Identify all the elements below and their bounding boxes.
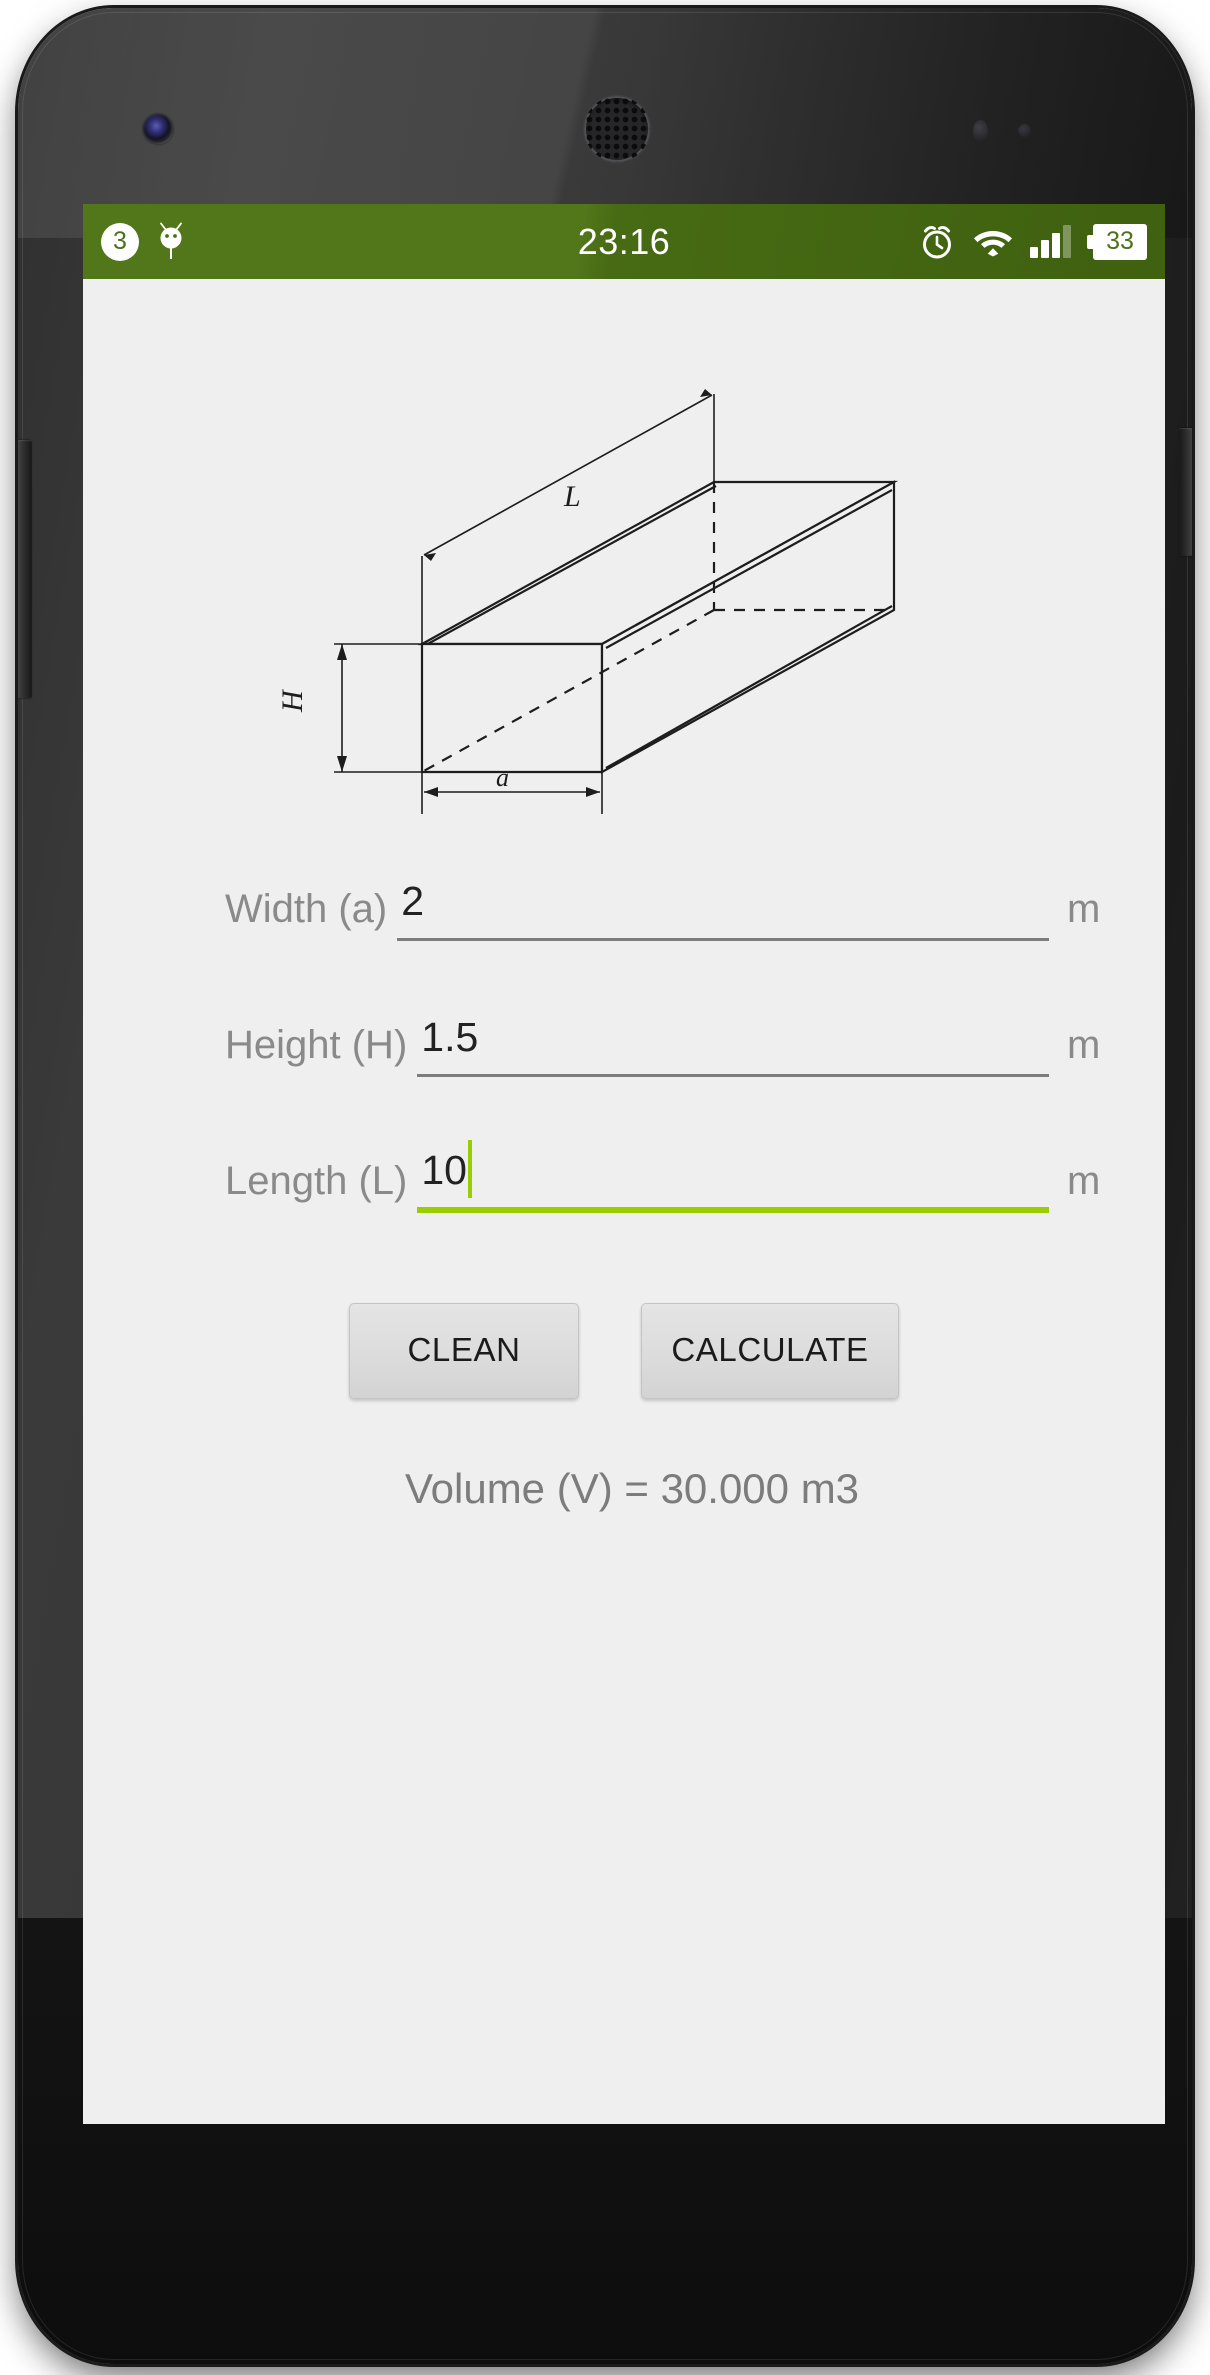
- width-field-label: Width (a): [225, 887, 388, 931]
- battery-icon: 33: [1087, 223, 1147, 260]
- height-input-underline: [417, 1074, 1049, 1077]
- alarm-clock-icon: [923, 225, 951, 258]
- wifi-icon: [974, 230, 1012, 256]
- width-input[interactable]: 2: [397, 881, 1049, 945]
- dimension-label-length: L: [563, 480, 581, 513]
- width-unit-label: m: [1067, 887, 1101, 931]
- action-button-row: CLEAN CALCULATE: [83, 1303, 1165, 1399]
- height-unit-label: m: [1067, 1023, 1101, 1067]
- height-input-value: 1.5: [421, 1014, 479, 1060]
- width-input-value: 2: [401, 878, 425, 924]
- length-input-underline: [417, 1207, 1049, 1213]
- phone-screen: 3 23:16 33 L H a Width (a) 2 m Height (H…: [83, 204, 1165, 2124]
- width-input-underline: [397, 938, 1049, 941]
- text-cursor: [467, 1140, 472, 1198]
- status-bar-system-icons: 33: [918, 223, 1147, 261]
- app-content: L H a Width (a) 2 m Height (H) 1.5 m Len…: [83, 279, 1165, 2124]
- cuboid-figure-svg: L H a: [276, 389, 899, 814]
- phone-device-body: 3 23:16 33 L H a Width (a) 2 m Height (H…: [18, 8, 1192, 2364]
- height-input[interactable]: 1.5: [417, 1017, 1049, 1081]
- height-field-label: Height (H): [225, 1023, 408, 1067]
- length-input[interactable]: 10: [417, 1140, 1049, 1217]
- power-button[interactable]: [1179, 428, 1192, 556]
- field-row-length[interactable]: Length (L) 10 m: [83, 1125, 1165, 1217]
- proximity-sensor-icon: [973, 120, 988, 142]
- volume-rocker-button[interactable]: [18, 440, 32, 698]
- rectangular-parallelepiped-diagram: L H a: [83, 279, 1165, 819]
- battery-level-label: 33: [1106, 227, 1134, 255]
- calculate-button[interactable]: CALCULATE: [641, 1303, 899, 1399]
- field-row-height[interactable]: Height (H) 1.5 m: [83, 989, 1165, 1081]
- front-camera-icon: [143, 114, 173, 144]
- clean-button[interactable]: CLEAN: [349, 1303, 579, 1399]
- volume-result-label: Volume (V) = 30.000 m3: [404, 1465, 860, 1512]
- length-unit-label: m: [1067, 1159, 1101, 1203]
- cellular-signal-icon: [1030, 225, 1071, 258]
- light-sensor-icon: [1018, 124, 1031, 137]
- status-bar: 3 23:16 33: [83, 204, 1165, 279]
- field-row-width[interactable]: Width (a) 2 m: [83, 853, 1165, 945]
- dimension-label-height: H: [276, 688, 309, 713]
- length-field-label: Length (L): [225, 1159, 408, 1203]
- earpiece-speaker-icon: [584, 96, 650, 162]
- screenshot-canvas: 3 23:16 33 L H a Width (a) 2 m Height (H…: [0, 0, 1210, 2375]
- length-input-value: 10: [421, 1147, 467, 1193]
- dimension-label-width: a: [496, 763, 509, 792]
